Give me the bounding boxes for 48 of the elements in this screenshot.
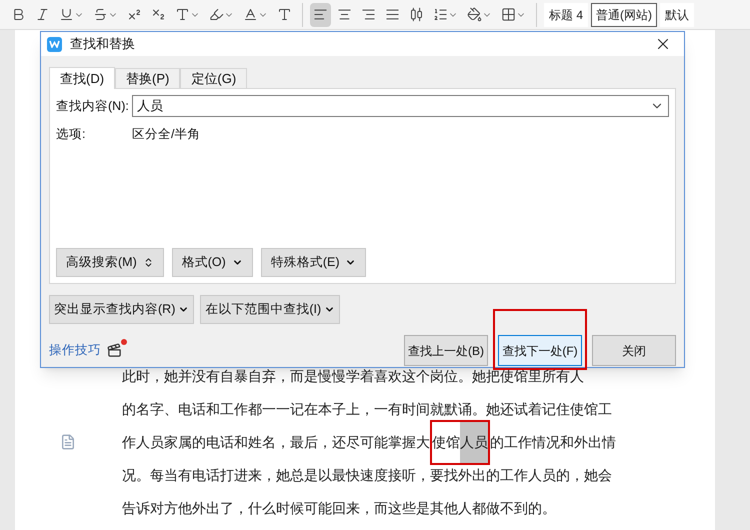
dropdown-button[interactable]: 突出显示查找内容(R) xyxy=(49,295,194,324)
borders-icon xyxy=(501,7,516,22)
line-spacing-icon xyxy=(433,7,448,22)
style-option[interactable]: 普通(网站) xyxy=(591,2,658,26)
dropdown-button[interactable]: 高级搜索(M) xyxy=(56,248,164,277)
dropdown-button[interactable]: 特殊格式(E) xyxy=(260,248,366,277)
align-center-icon xyxy=(337,7,352,22)
justify-icon xyxy=(385,7,400,22)
align-left-icon xyxy=(313,7,328,22)
body-text: 况。每当有电话打进来，她总是以最快速度接听，要找外出的工作人员的，她会 xyxy=(122,466,612,485)
app-logo-icon xyxy=(47,36,62,52)
tab[interactable]: 替换(P) xyxy=(115,68,180,88)
find-field[interactable]: 人员 xyxy=(132,95,669,117)
subscript-icon xyxy=(151,7,166,22)
tips-link[interactable]: 操作技巧 xyxy=(49,341,101,360)
field-label: 查找内容(N): xyxy=(56,98,128,115)
window-title: 查找和替换 xyxy=(70,35,135,54)
paint-bucket-icon xyxy=(467,7,482,22)
tab[interactable]: 查找(D) xyxy=(49,67,116,89)
dialog-button[interactable]: 查找下一处(F) xyxy=(498,335,582,366)
character-shading-icon xyxy=(277,7,292,22)
options-value: 区分全/半角 xyxy=(132,126,200,143)
strikethrough-icon xyxy=(93,7,108,22)
highlighter-icon xyxy=(209,7,224,22)
dropdown-button[interactable]: 格式(O) xyxy=(172,248,253,277)
style-option[interactable]: 默认 xyxy=(660,2,694,26)
options-label: 选项: xyxy=(56,126,86,143)
body-text: 告诉对方他外出了，什么时候可能回来，而这些是其他人都做不到的。 xyxy=(122,499,556,518)
underline-icon xyxy=(59,7,74,22)
body-text: 的名字、电话和工作都一一记在本子上，一有时间就默诵。她还试着记住使馆工 xyxy=(122,400,612,419)
superscript-icon xyxy=(127,7,142,22)
align-left-button[interactable] xyxy=(310,2,331,26)
body-text: 此时，她并没有自暴自弃，而是慢慢学着喜欢这个岗位。她把使馆里所有人 xyxy=(122,367,584,386)
video-icon xyxy=(107,343,122,358)
document-icon xyxy=(60,434,76,450)
align-right-icon xyxy=(361,7,376,22)
body-text: 的工作情况和外出情 xyxy=(490,433,616,452)
font-color-icon xyxy=(243,7,258,22)
distribute-icon xyxy=(409,7,424,22)
tab[interactable]: 定位(G) xyxy=(180,68,248,88)
dialog-button[interactable]: 关闭 xyxy=(592,335,676,366)
dropdown-button[interactable]: 在以下范围中查找(I) xyxy=(200,295,340,324)
style-option[interactable]: 标题 4 xyxy=(544,2,588,26)
search-match-text: 人员 xyxy=(460,420,490,465)
body-text: 作人员家属的电话和姓名，最后，还尽可能掌握大 xyxy=(122,433,430,452)
dialog-button[interactable]: 查找上一处(B) xyxy=(404,335,488,366)
italic-icon xyxy=(35,7,50,22)
text-effect-icon xyxy=(175,7,190,22)
